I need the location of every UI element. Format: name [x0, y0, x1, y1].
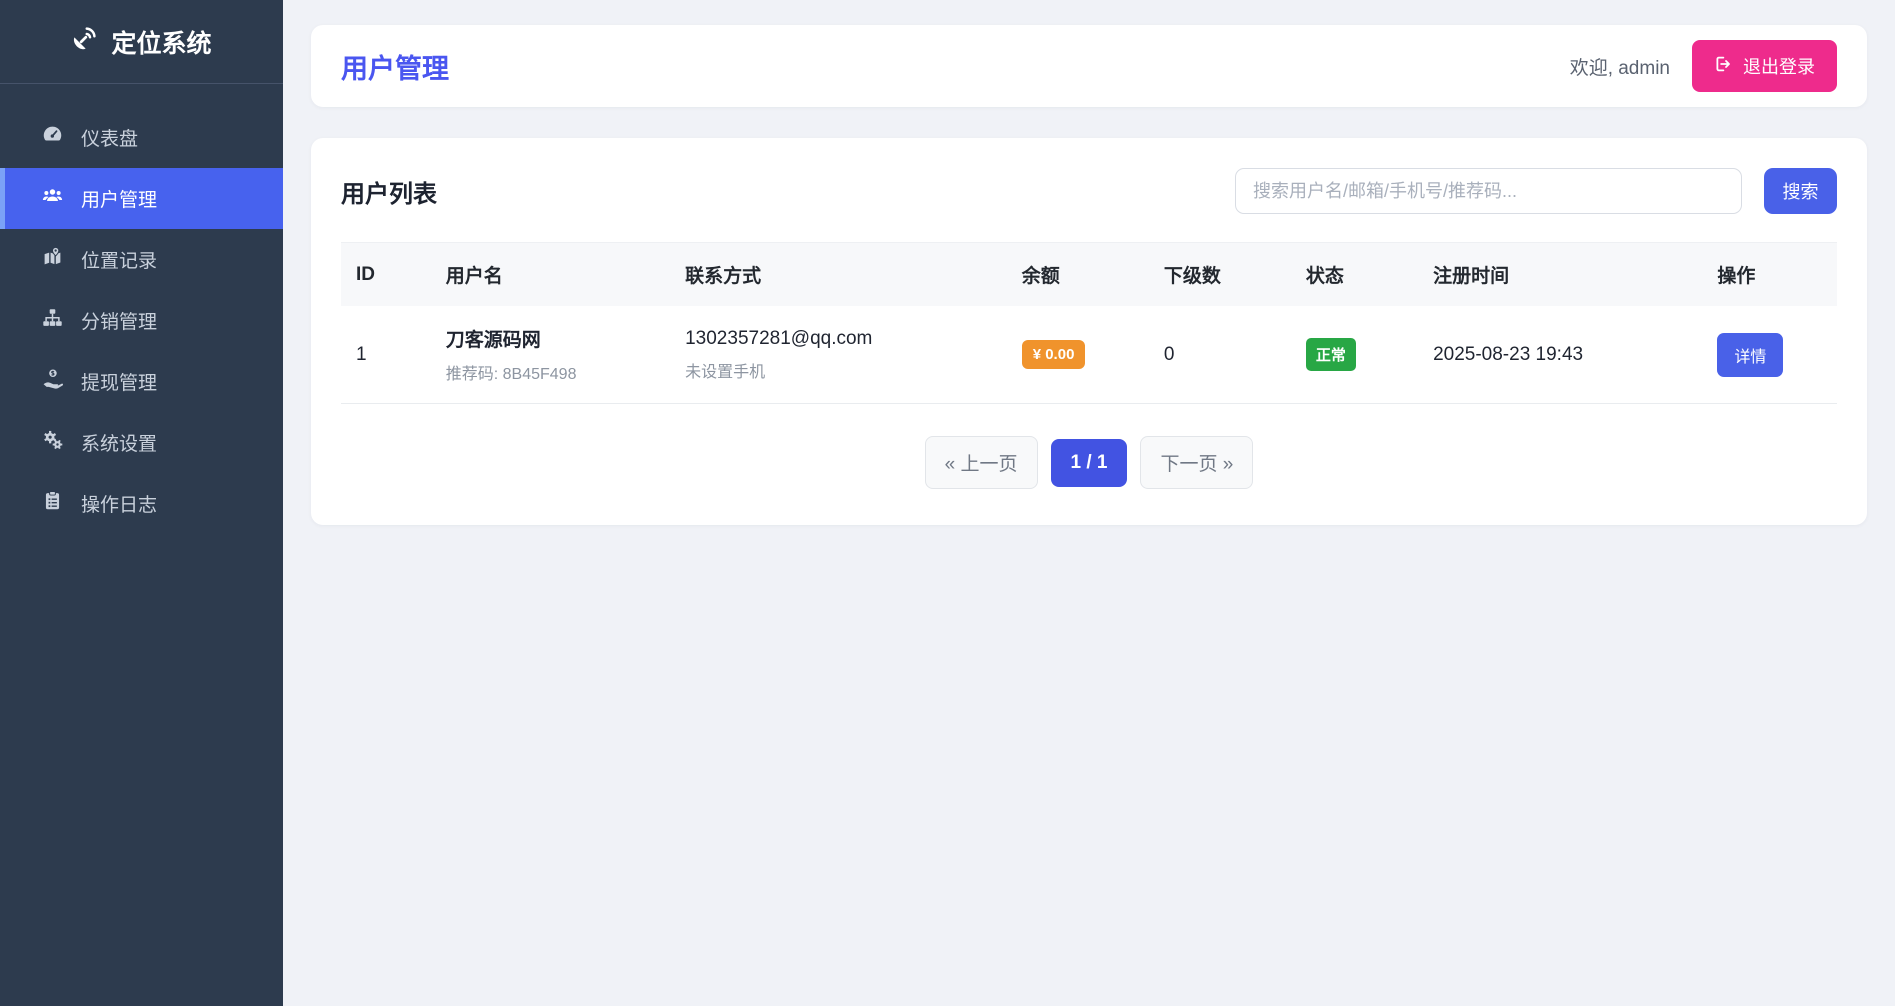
users-icon — [42, 185, 63, 212]
page-header: 用户管理 欢迎, admin 退出登录 — [311, 25, 1867, 107]
clipboard-list-icon — [42, 490, 63, 517]
sidebar-item-withdrawals[interactable]: 提现管理 — [0, 351, 283, 412]
header-right: 欢迎, admin 退出登录 — [1570, 40, 1837, 92]
col-contact: 联系方式 — [670, 243, 1007, 307]
hand-holding-dollar-icon — [42, 368, 63, 395]
sidebar-nav: 仪表盘 用户管理 — [0, 84, 283, 534]
cell-actions: 详情 — [1702, 306, 1837, 404]
cell-registered: 2025-08-23 19:43 — [1418, 306, 1702, 404]
col-actions: 操作 — [1702, 243, 1837, 307]
search-area: 搜索 — [1235, 168, 1837, 214]
search-button[interactable]: 搜索 — [1764, 168, 1837, 214]
sidebar-item-logs[interactable]: 操作日志 — [0, 473, 283, 534]
gauge-icon — [42, 124, 63, 151]
cell-subordinates: 0 — [1149, 306, 1291, 404]
satellite-dish-icon — [71, 25, 98, 59]
col-subordinates: 下级数 — [1149, 243, 1291, 307]
cell-balance: ¥ 0.00 — [1007, 306, 1149, 404]
app-logo: 定位系统 — [0, 0, 283, 84]
referral-code-text: 推荐码: 8B45F498 — [446, 360, 655, 384]
balance-badge: ¥ 0.00 — [1022, 340, 1086, 369]
cell-id: 1 — [341, 306, 431, 404]
pagination: « 上一页 1 / 1 下一页 » — [341, 436, 1837, 489]
logout-label: 退出登录 — [1743, 53, 1815, 79]
user-list-card: 用户列表 搜索 ID 用户名 联系方式 余额 下级数 状态 注 — [311, 138, 1867, 525]
sidebar-item-label: 位置记录 — [81, 246, 157, 273]
app-title: 定位系统 — [111, 24, 211, 60]
email-text: 1302357281@qq.com — [685, 328, 992, 350]
sidebar-item-distribution[interactable]: 分销管理 — [0, 290, 283, 351]
col-status: 状态 — [1291, 243, 1418, 307]
logout-button[interactable]: 退出登录 — [1692, 40, 1837, 92]
username-text: 刀客源码网 — [446, 325, 655, 352]
page-title: 用户管理 — [341, 47, 449, 86]
sidebar-item-label: 操作日志 — [81, 490, 157, 517]
sidebar-item-label: 仪表盘 — [81, 124, 138, 151]
sidebar-item-settings[interactable]: 系统设置 — [0, 412, 283, 473]
status-badge: 正常 — [1306, 338, 1356, 371]
current-page-indicator: 1 / 1 — [1051, 439, 1128, 487]
detail-button[interactable]: 详情 — [1717, 333, 1783, 377]
sitemap-icon — [42, 307, 63, 334]
sidebar-item-location-records[interactable]: 位置记录 — [0, 229, 283, 290]
search-input[interactable] — [1235, 168, 1742, 214]
users-table: ID 用户名 联系方式 余额 下级数 状态 注册时间 操作 1 刀客源码网 推荐… — [341, 242, 1837, 404]
table-header: ID 用户名 联系方式 余额 下级数 状态 注册时间 操作 — [341, 243, 1837, 307]
table-row: 1 刀客源码网 推荐码: 8B45F498 1302357281@qq.com … — [341, 306, 1837, 404]
welcome-text: 欢迎, admin — [1570, 53, 1670, 80]
col-registered: 注册时间 — [1418, 243, 1702, 307]
gears-icon — [42, 429, 63, 456]
phone-text: 未设置手机 — [685, 358, 992, 382]
sidebar: 定位系统 仪表盘 — [0, 0, 283, 1006]
next-page-button[interactable]: 下一页 » — [1140, 436, 1253, 489]
sign-out-icon — [1714, 55, 1732, 78]
sidebar-item-label: 系统设置 — [81, 429, 157, 456]
cell-username: 刀客源码网 推荐码: 8B45F498 — [431, 306, 670, 404]
col-username: 用户名 — [431, 243, 670, 307]
sidebar-item-dashboard[interactable]: 仪表盘 — [0, 107, 283, 168]
sidebar-item-users[interactable]: 用户管理 — [0, 168, 283, 229]
cell-status: 正常 — [1291, 306, 1418, 404]
prev-page-button[interactable]: « 上一页 — [925, 436, 1038, 489]
col-balance: 余额 — [1007, 243, 1149, 307]
sidebar-item-label: 用户管理 — [81, 185, 157, 212]
sidebar-item-label: 提现管理 — [81, 368, 157, 395]
list-title: 用户列表 — [341, 174, 437, 209]
col-id: ID — [341, 243, 431, 307]
main-content: 用户管理 欢迎, admin 退出登录 用户列表 搜索 — [283, 0, 1895, 525]
map-marked-icon — [42, 246, 63, 273]
cell-contact: 1302357281@qq.com 未设置手机 — [670, 306, 1007, 404]
list-head: 用户列表 搜索 — [341, 168, 1837, 214]
sidebar-item-label: 分销管理 — [81, 307, 157, 334]
